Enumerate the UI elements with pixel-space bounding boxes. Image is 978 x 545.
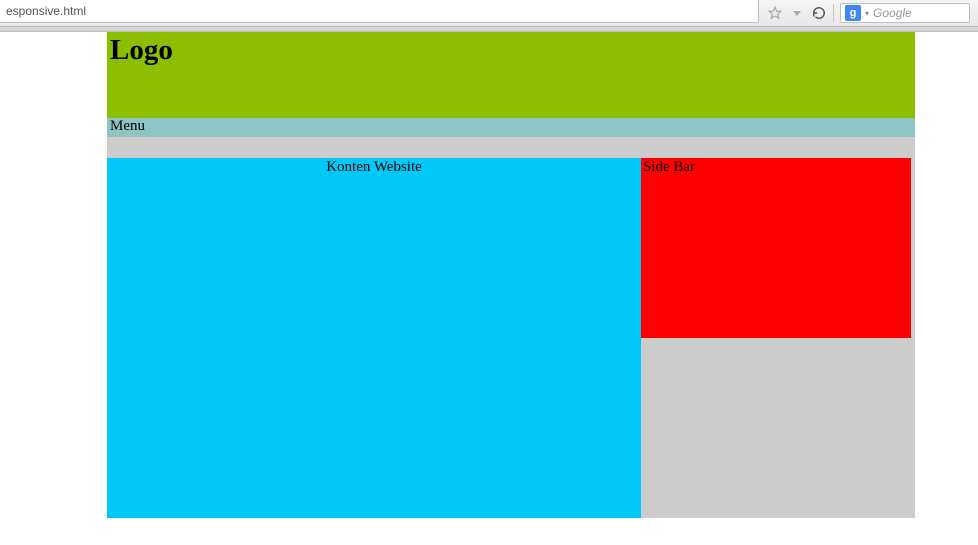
site-menu[interactable]: Menu (107, 118, 915, 137)
menu-label: Menu (110, 118, 145, 134)
toolbar-right: g ▾ Google (759, 0, 978, 26)
sidebar: Side Bar (641, 158, 911, 338)
page-viewport: Logo Menu Konten Website Side Bar (0, 32, 978, 518)
search-placeholder: Google (873, 6, 912, 20)
search-engine-caret-icon[interactable]: ▾ (865, 9, 869, 18)
bookmark-star-icon[interactable] (767, 5, 783, 21)
site-header: Logo (107, 32, 915, 118)
layout-spacer (107, 137, 915, 158)
site-logo: Logo (110, 34, 912, 67)
main-content: Konten Website (107, 158, 641, 518)
content-row: Konten Website Side Bar (107, 158, 915, 518)
toolbar-divider (833, 4, 834, 22)
page-container: Logo Menu Konten Website Side Bar (107, 32, 915, 518)
browser-toolbar: esponsive.html g ▾ Google (0, 0, 978, 27)
url-text: esponsive.html (6, 4, 86, 18)
reload-icon[interactable] (811, 5, 827, 21)
main-content-title: Konten Website (326, 159, 422, 175)
google-badge-icon: g (845, 5, 861, 21)
url-bar[interactable]: esponsive.html (0, 0, 759, 23)
dropdown-caret-icon[interactable] (789, 5, 805, 21)
sidebar-title: Side Bar (643, 159, 695, 175)
search-box[interactable]: g ▾ Google (840, 3, 970, 23)
